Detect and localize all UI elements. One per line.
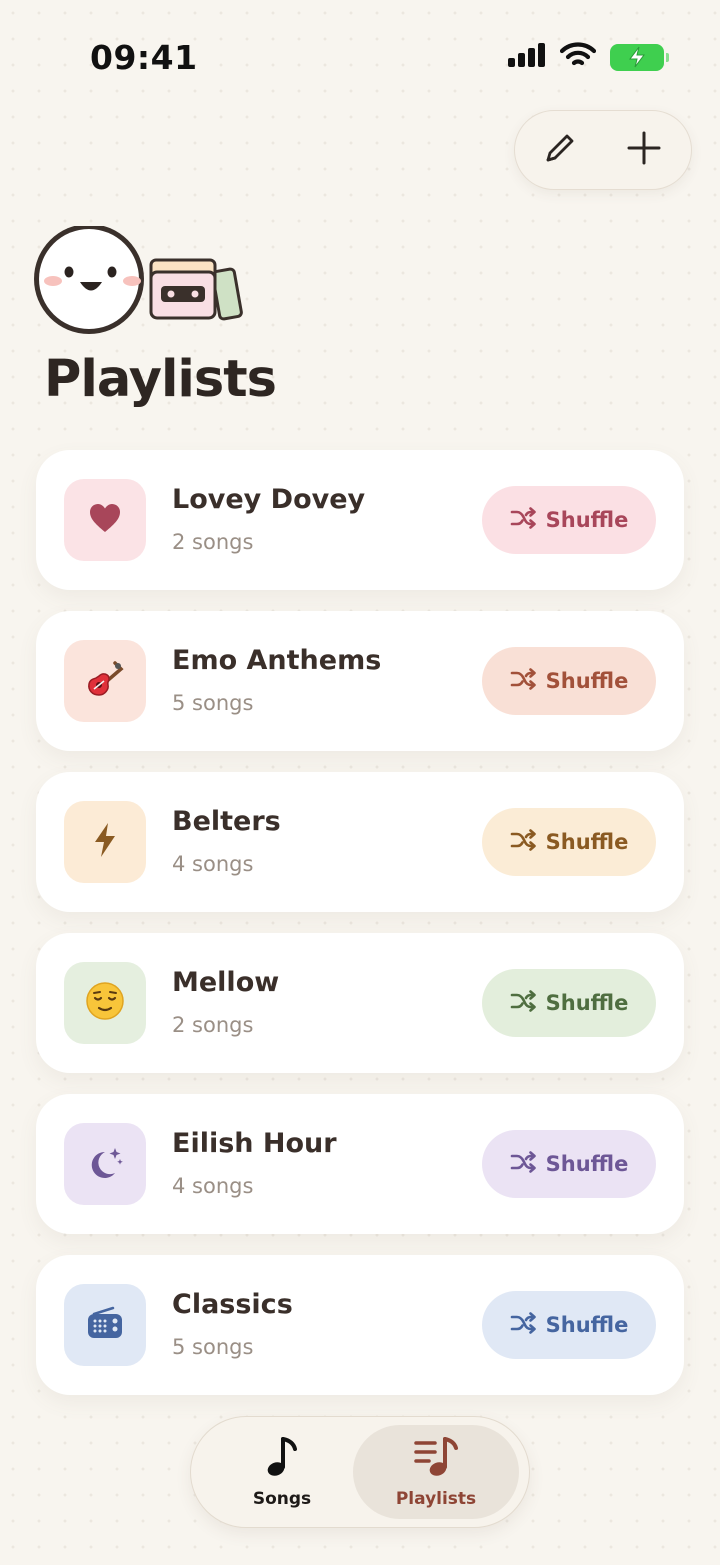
playlist-card[interactable]: Mellow 2 songs Shuffle [36,933,684,1073]
playlist-song-count: 4 songs [172,1174,254,1198]
shuffle-icon [510,1311,536,1339]
heart-icon [88,502,122,538]
playlist-name: Belters [172,806,281,837]
playlist-name: Classics [172,1289,293,1320]
playlist-thumbnail [64,1284,146,1366]
playlist-icon [413,1435,459,1483]
cassette-stack-icon [146,254,246,326]
shuffle-label: Shuffle [545,1313,629,1337]
tab-songs-label: Songs [252,1489,312,1509]
shuffle-icon [510,667,536,695]
playlist-card[interactable]: Classics 5 songs Shuffle [36,1255,684,1395]
add-playlist-button[interactable] [623,129,665,171]
playlist-card[interactable]: Belters 4 songs Shuffle [36,772,684,912]
lightning-icon [91,822,119,862]
shuffle-icon [510,828,536,856]
music-note-icon [265,1435,299,1483]
status-icons [508,42,669,72]
playlist-thumbnail [64,801,146,883]
shuffle-label: Shuffle [545,508,629,532]
pencil-icon [542,130,578,170]
shuffle-label: Shuffle [545,1152,629,1176]
playlist-card[interactable]: Eilish Hour 4 songs Shuffle [36,1094,684,1234]
playlist-thumbnail [64,479,146,561]
shuffle-button[interactable]: Shuffle [482,486,656,554]
playlist-song-count: 2 songs [172,530,254,554]
playlist-thumbnail [64,1123,146,1205]
bottom-tab-bar: Songs Playlists [190,1416,530,1528]
playlist-name: Mellow [172,967,280,998]
shuffle-icon [510,506,536,534]
shuffle-icon [510,1150,536,1178]
shuffle-button[interactable]: Shuffle [482,808,656,876]
shuffle-button[interactable]: Shuffle [482,647,656,715]
edit-button[interactable] [539,129,581,171]
tab-songs[interactable]: Songs [199,1425,365,1519]
playlist-thumbnail [64,962,146,1044]
battery-charging-icon [610,43,669,71]
playlist-song-count: 5 songs [172,691,254,715]
tab-playlists[interactable]: Playlists [353,1425,519,1519]
plus-icon [626,130,662,170]
playlist-thumbnail [64,640,146,722]
playlist-name: Lovey Dovey [172,484,366,515]
radio-icon [86,1306,124,1344]
relieved-face-icon [85,981,125,1025]
playlist-song-count: 5 songs [172,1335,254,1359]
playlist-card[interactable]: Emo Anthems 5 songs Shuffle [36,611,684,751]
wifi-icon [559,42,597,72]
shuffle-icon [510,989,536,1017]
shuffle-button[interactable]: Shuffle [482,1291,656,1359]
moon-stars-icon [85,1142,125,1186]
playlist-list: Lovey Dovey 2 songs Shuffle Emo Anthems … [36,450,684,1416]
page-title: Playlists [44,350,277,409]
guitar-icon [85,659,125,703]
playlist-card[interactable]: Lovey Dovey 2 songs Shuffle [36,450,684,590]
mascot-face-icon [32,224,150,334]
playlist-song-count: 2 songs [172,1013,254,1037]
shuffle-label: Shuffle [545,991,629,1015]
header-action-pill [514,110,692,190]
status-bar: 09:41 [0,0,720,115]
playlist-name: Eilish Hour [172,1128,337,1159]
shuffle-label: Shuffle [545,830,629,854]
cellular-signal-icon [508,43,546,71]
status-time: 09:41 [90,38,198,77]
playlist-song-count: 4 songs [172,852,254,876]
playlist-name: Emo Anthems [172,645,382,676]
shuffle-label: Shuffle [545,669,629,693]
tab-playlists-label: Playlists [395,1489,477,1509]
shuffle-button[interactable]: Shuffle [482,969,656,1037]
shuffle-button[interactable]: Shuffle [482,1130,656,1198]
